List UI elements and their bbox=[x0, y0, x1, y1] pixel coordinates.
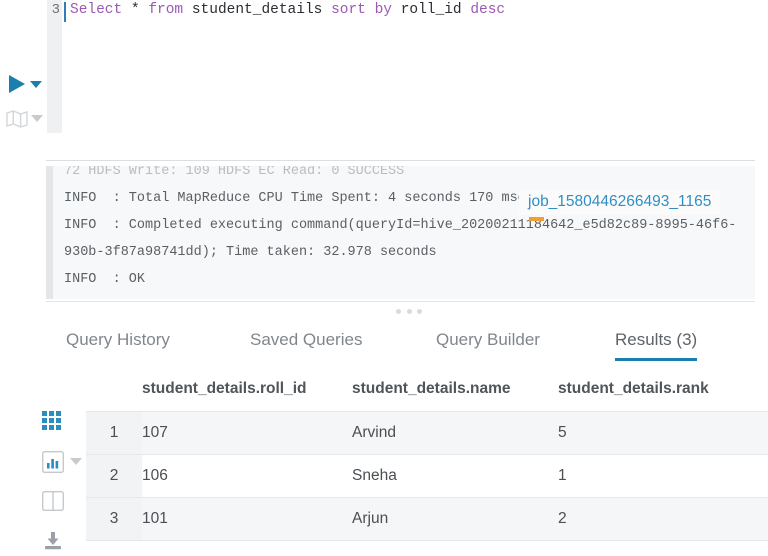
table-header-row: student_details.roll_id student_details.… bbox=[86, 380, 768, 412]
results-view-rail bbox=[42, 405, 86, 555]
play-icon bbox=[8, 74, 26, 94]
visual-explain-button[interactable] bbox=[6, 110, 28, 128]
cell-row-number: 2 bbox=[86, 455, 142, 498]
sql-keyword: Select bbox=[70, 2, 122, 18]
chevron-down-icon bbox=[31, 115, 43, 122]
tab-label: Results (3) bbox=[615, 330, 697, 349]
results-table-wrapper: student_details.roll_id student_details.… bbox=[86, 380, 768, 541]
run-query-button[interactable] bbox=[8, 74, 26, 94]
results-tab-bar: Query History Saved Queries Query Builder R… bbox=[46, 330, 768, 372]
split-view-icon[interactable] bbox=[42, 491, 66, 515]
cell-row-number: 3 bbox=[86, 498, 142, 541]
cell-rank: 1 bbox=[558, 455, 768, 498]
log-line: INFO : Completed executing command(query… bbox=[64, 212, 736, 239]
sql-keyword: sort by bbox=[331, 2, 392, 18]
cell-roll-id: 107 bbox=[142, 412, 352, 455]
dot bbox=[396, 309, 401, 314]
column-header-name: student_details.name bbox=[352, 380, 558, 412]
sql-keyword: from bbox=[148, 2, 183, 18]
editor-line-number: 3 bbox=[42, 2, 60, 18]
log-top-divider bbox=[46, 160, 755, 161]
cell-name: Sneha bbox=[352, 455, 558, 498]
tab-label: Query Builder bbox=[436, 330, 540, 349]
editor-cursor bbox=[64, 2, 66, 22]
sql-query-text[interactable]: Select * from student_details sort by ro… bbox=[70, 2, 505, 18]
table-row[interactable]: 2106Sneha1 bbox=[86, 455, 768, 498]
sql-editor[interactable]: 3 Select * from student_details sort by … bbox=[0, 0, 768, 140]
log-line: 72 HDFS Write: 109 HDFS EC Read: 0 SUCCE… bbox=[64, 166, 736, 185]
column-header-roll-id: student_details.roll_id bbox=[142, 380, 352, 412]
table-row[interactable]: 3101Arjun2 bbox=[86, 498, 768, 541]
tab-label: Saved Queries bbox=[250, 330, 362, 349]
tab-saved-queries[interactable]: Saved Queries bbox=[250, 330, 362, 350]
log-line: INFO : OK bbox=[64, 266, 736, 293]
map-icon bbox=[6, 110, 28, 128]
results-table-body: 1107Arvind52106Sneha13101Arjun2 bbox=[86, 412, 768, 541]
columns-icon bbox=[42, 491, 64, 511]
sql-token: roll_id bbox=[392, 2, 470, 18]
panel-resize-handle[interactable] bbox=[396, 309, 422, 314]
cell-rank: 5 bbox=[558, 412, 768, 455]
cell-name: Arvind bbox=[352, 412, 558, 455]
column-header-rank: student_details.rank bbox=[558, 380, 768, 412]
job-link-highlight bbox=[529, 217, 544, 221]
log-left-border bbox=[46, 166, 53, 299]
cell-name: Arjun bbox=[352, 498, 558, 541]
chevron-down-icon bbox=[70, 458, 82, 465]
table-row[interactable]: 1107Arvind5 bbox=[86, 412, 768, 455]
run-options-dropdown[interactable] bbox=[30, 81, 42, 89]
tab-results-3[interactable]: Results (3) bbox=[615, 330, 697, 350]
query-log-panel[interactable]: 72 HDFS Write: 109 HDFS EC Read: 0 SUCCE… bbox=[46, 166, 755, 299]
log-output: 72 HDFS Write: 109 HDFS EC Read: 0 SUCCE… bbox=[64, 166, 736, 293]
cell-roll-id: 106 bbox=[142, 455, 352, 498]
tab-query-history[interactable]: Query History bbox=[66, 330, 170, 350]
chart-view-dropdown[interactable] bbox=[70, 458, 82, 466]
chart-view-icon[interactable] bbox=[42, 451, 66, 475]
tab-query-builder[interactable]: Query Builder bbox=[436, 330, 540, 350]
sql-token: * bbox=[122, 2, 148, 18]
sql-token: student_details bbox=[183, 2, 331, 18]
download-icon bbox=[42, 531, 64, 551]
chevron-down-icon bbox=[30, 81, 42, 88]
results-table: student_details.roll_id student_details.… bbox=[86, 380, 768, 541]
panel-divider bbox=[46, 301, 755, 302]
dot bbox=[407, 309, 412, 314]
download-results-icon[interactable] bbox=[42, 531, 66, 555]
tab-label: Query History bbox=[66, 330, 170, 349]
active-tab-underline bbox=[615, 358, 697, 361]
editor-gutter bbox=[47, 0, 62, 133]
dot bbox=[417, 309, 422, 314]
visual-explain-dropdown[interactable] bbox=[31, 115, 43, 123]
cell-row-number: 1 bbox=[86, 412, 142, 455]
column-header-rownum bbox=[86, 380, 142, 412]
job-id-link[interactable]: job_1580446266493_1165 bbox=[519, 190, 720, 215]
cell-roll-id: 101 bbox=[142, 498, 352, 541]
sql-keyword: desc bbox=[470, 2, 505, 18]
cell-rank: 2 bbox=[558, 498, 768, 541]
bar-chart-icon bbox=[42, 451, 64, 473]
log-line: 930b-3f87a98741dd); Time taken: 32.978 s… bbox=[64, 239, 736, 266]
grid-view-icon[interactable] bbox=[42, 411, 61, 430]
